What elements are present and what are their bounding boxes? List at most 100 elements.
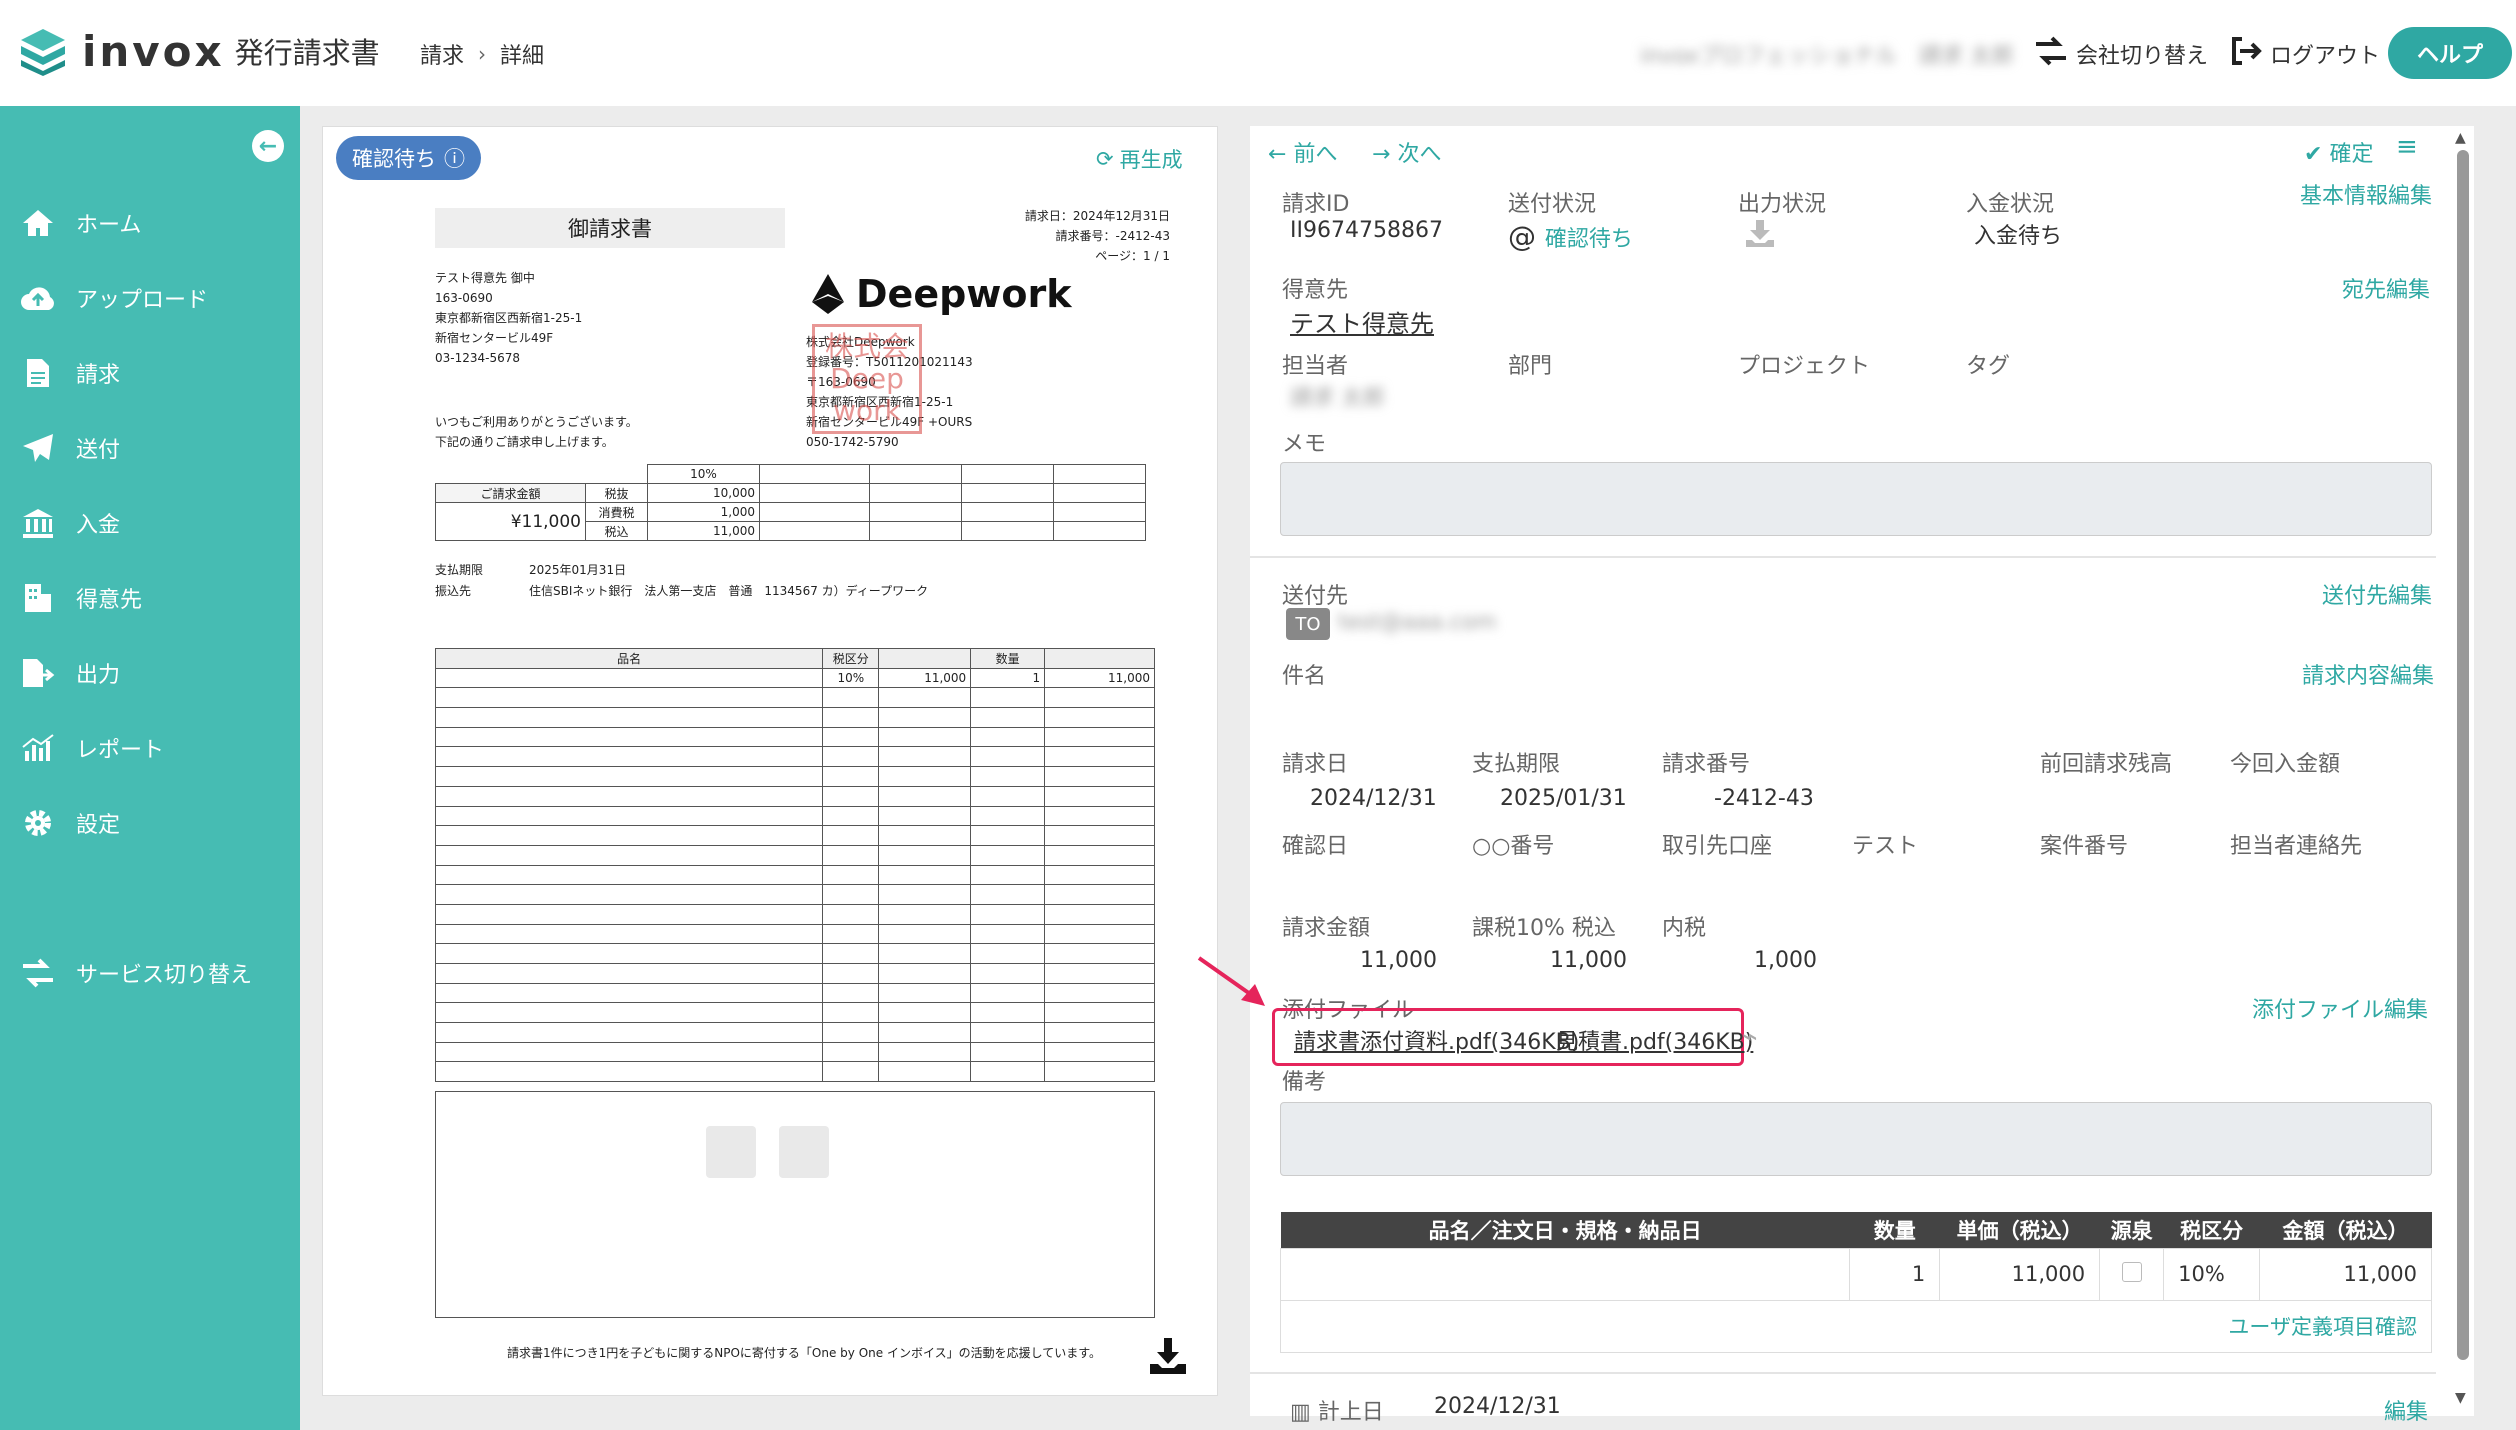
empty-cell — [434, 923, 824, 945]
record-edit-link[interactable]: 編集 — [2384, 1394, 2428, 1426]
confirm-button[interactable]: ✔ 確定 — [2304, 136, 2373, 168]
stamp-line-1: 株式会 — [824, 330, 909, 363]
next-button[interactable]: → 次へ — [1372, 136, 1441, 168]
empty-cell — [822, 766, 880, 787]
attachment-link-1[interactable]: 請求書添付資料.pdf(346KB) — [1294, 1024, 1579, 1056]
empty-cell — [970, 785, 1046, 807]
user-name-blurred: invoxプロフェッショナル 請求 太郎 — [1640, 44, 2014, 69]
empty-cell — [970, 766, 1046, 787]
page-next-button[interactable] — [779, 1126, 829, 1178]
person-value-blurred: 請求 太郎 — [1290, 386, 1385, 411]
at-icon: @ — [1508, 220, 1545, 253]
download-icon[interactable] — [1148, 1336, 1188, 1380]
attachment-edit-link[interactable]: 添付ファイル編集 — [2252, 992, 2428, 1024]
sidebar-item-home[interactable]: ホーム — [18, 198, 288, 248]
empty-cell — [878, 1002, 972, 1024]
invoice-id-label: 請求ID — [1282, 192, 1350, 217]
scroll-up-icon[interactable]: ▲ — [2455, 130, 2466, 146]
regenerate-label: 再生成 — [1119, 148, 1183, 172]
user-field-check-link[interactable]: ユーザ定義項目確認 — [2228, 1315, 2417, 1339]
sidebar-item-upload[interactable]: アップロード — [18, 273, 288, 323]
arrow-left-icon: ← — [1268, 142, 1294, 167]
payment-info: 支払期限 2025年01月31日 振込先 住信SBIネット銀行 法人第一支店 普通 … — [435, 560, 928, 602]
line-amount: 11,000 — [2259, 1247, 2432, 1301]
scrollbar-thumb[interactable] — [2457, 150, 2469, 1360]
empty-cell — [822, 963, 880, 984]
empty-cell — [434, 805, 824, 827]
empty-cell — [878, 844, 972, 866]
th-qty: 数量 — [1849, 1212, 1940, 1248]
send-status-value[interactable]: @ 確認待ち — [1508, 220, 1633, 253]
sidebar-label-output: 出力 — [76, 663, 121, 688]
table-row-empty — [434, 943, 1155, 964]
empty-cell — [822, 884, 880, 905]
table-row-empty — [434, 864, 1155, 886]
sidebar-item-report[interactable]: レポート — [18, 723, 288, 773]
sidebar-item-customers[interactable]: 得意先 — [18, 573, 288, 623]
empty-cell — [1044, 923, 1155, 945]
menu-icon[interactable]: ≡ — [2396, 132, 2418, 162]
withholding-checkbox[interactable] — [2099, 1247, 2165, 1301]
test-label: テスト — [1852, 834, 1919, 859]
empty-cell — [822, 687, 880, 709]
record-date-label: ▥ 計上日 — [1290, 1394, 1384, 1426]
table-row-empty — [434, 1041, 1155, 1063]
send-to-email-blurred: test@aaa.com — [1338, 610, 1497, 635]
sidebar-item-invoice[interactable]: 請求 — [18, 348, 288, 398]
table-row-empty — [434, 785, 1155, 807]
content-edit-link[interactable]: 請求内容編集 — [2302, 658, 2434, 690]
empty-cell — [822, 943, 880, 964]
empty-cell — [1044, 884, 1155, 905]
line-qty: 1 — [1849, 1247, 1941, 1301]
help-button[interactable]: ヘルプ — [2388, 27, 2512, 79]
red-arrow-annotation — [1195, 952, 1271, 1016]
empty-cell — [434, 766, 824, 787]
invoice-lines-table: 品名／注文日・規格・納品日 数量 単価（税込） 源泉 税区分 金額（税込） 1 … — [1279, 1212, 2432, 1353]
empty-cell — [1044, 707, 1155, 728]
col-qty: 数量 — [970, 648, 1046, 669]
send-to-edit-link[interactable]: 送付先編集 — [2322, 578, 2432, 610]
empty-cell — [878, 943, 972, 964]
memo-field[interactable] — [1280, 462, 2432, 536]
sidebar: ← ホーム アップロード 請求 送付 入金 得意先 出力 レポート 設定 サービ… — [0, 106, 300, 1430]
invox-logo-icon — [18, 26, 68, 76]
regenerate-button[interactable]: ⟳ 再生成 — [1096, 144, 1183, 174]
destination-edit-link[interactable]: 宛先編集 — [2342, 272, 2430, 304]
empty-cell — [970, 982, 1046, 1004]
switch-company-button[interactable]: 会社切り替え — [2034, 36, 2208, 72]
breadcrumb-invoice[interactable]: 請求 — [420, 38, 464, 70]
section-divider — [1250, 556, 2436, 558]
stamp-line-2: Deep — [830, 362, 904, 395]
empty-cell — [822, 864, 880, 886]
sidebar-item-payment[interactable]: 入金 — [18, 498, 288, 548]
basic-info-edit-link[interactable]: 基本情報編集 — [2300, 178, 2432, 210]
logout-icon — [2230, 36, 2262, 72]
status-badge[interactable]: 確認待ち ⓘ — [336, 136, 481, 180]
page-prev-button[interactable] — [706, 1126, 756, 1178]
user-field-cell: ユーザ定義項目確認 — [1280, 1299, 2432, 1353]
empty-cell — [1044, 943, 1155, 964]
switch-arrows-icon — [18, 956, 58, 990]
sidebar-item-send[interactable]: 送付 — [18, 423, 288, 473]
row-qty: 1 — [970, 667, 1046, 689]
logout-button[interactable]: ログアウト — [2230, 36, 2380, 72]
empty-cell — [970, 923, 1046, 945]
app-logo[interactable]: invox 発行請求書 — [18, 26, 380, 76]
prev-button[interactable]: ← 前へ — [1268, 136, 1337, 168]
customer-link[interactable]: テスト得意先 — [1290, 304, 1434, 339]
company-seal-stamp: 株式会 Deep work — [812, 324, 922, 434]
sidebar-item-service-switch[interactable]: サービス切り替え — [18, 948, 288, 998]
table-row-empty — [434, 687, 1155, 709]
collapse-sidebar-icon[interactable]: ← — [252, 130, 284, 162]
empty-cell — [822, 726, 880, 748]
empty-cell — [970, 884, 1046, 905]
empty-cell — [970, 1061, 1046, 1083]
attachment-link-2[interactable]: 見積書.pdf(346KB) — [1556, 1024, 1753, 1056]
customer-label: 得意先 — [1282, 278, 1349, 303]
scroll-down-icon[interactable]: ▼ — [2455, 1390, 2466, 1406]
sidebar-item-settings[interactable]: 設定 — [18, 798, 288, 848]
bank-label: 振込先 — [435, 584, 472, 598]
issuer-phone: 050-1742-5790 — [806, 435, 899, 449]
remarks-field[interactable] — [1280, 1102, 2432, 1176]
sidebar-item-output[interactable]: 出力 — [18, 648, 288, 698]
